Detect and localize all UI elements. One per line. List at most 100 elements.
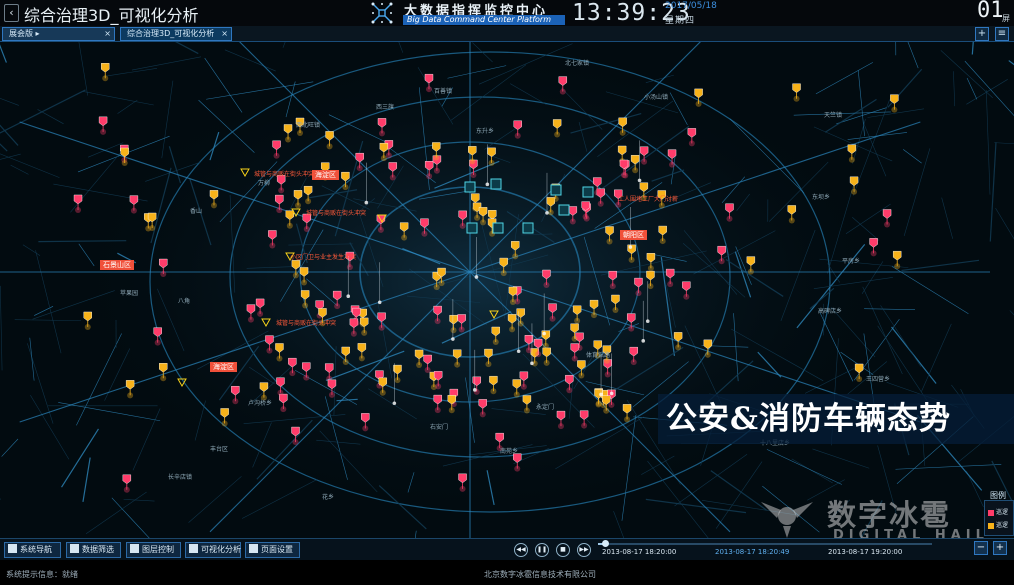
road [61, 428, 99, 488]
camera-marker-icon[interactable] [490, 178, 502, 190]
place-label: 右安门 [430, 424, 449, 431]
bottom-toolbar: 系统导航 数据筛选 图层控制 可视化分析 页面设置 ◀◀ ❚❚ ■ ▶▶ 201… [0, 538, 1014, 560]
place-label: 花乡 [322, 494, 335, 501]
beam-dot [474, 275, 479, 279]
road [645, 498, 747, 514]
camera-marker-icon[interactable] [558, 204, 570, 216]
camera-marker-icon[interactable] [464, 181, 476, 193]
tab-exhibition[interactable]: 展会版 ▸ × [2, 27, 115, 41]
pause-icon[interactable]: ❚❚ [535, 543, 549, 557]
time-current: 2013-08-17 18:20:49 [715, 548, 790, 556]
timeline-slider[interactable] [598, 540, 932, 547]
road [0, 285, 3, 371]
layer-control-button[interactable]: 图层控制 [126, 542, 181, 558]
close-icon[interactable]: × [221, 28, 228, 40]
road [30, 394, 70, 460]
tab-label: 综合治理3D_可视化分析 [127, 29, 215, 38]
visual-analysis-button[interactable]: 可视化分析 [185, 542, 241, 558]
forward-icon[interactable]: ▶▶ [577, 543, 591, 557]
beam-dot [377, 300, 382, 305]
road [971, 42, 974, 55]
map-canvas[interactable] [0, 42, 1014, 538]
watermark-subtext: DIGITAL HAIL [833, 528, 989, 538]
timeline-handle[interactable] [601, 540, 609, 547]
road [82, 91, 154, 106]
beam-dot [545, 211, 549, 215]
system-nav-button[interactable]: 系统导航 [4, 542, 61, 558]
road [1008, 60, 1014, 66]
brand-subtitle: Big Data Command Center Platform [403, 15, 565, 25]
data-filter-button[interactable]: 数据筛选 [66, 542, 121, 558]
place-label: 高碑店乡 [818, 308, 843, 315]
alert-label[interactable]: 小区门卫与业主发生冲突 [290, 252, 356, 261]
road [29, 337, 35, 381]
add-tab-button[interactable]: + [975, 27, 989, 41]
district-label: 海淀区 [210, 362, 237, 372]
zoom-out-button[interactable]: − [974, 541, 988, 555]
screen-unit: 屏 [1002, 14, 1010, 23]
road [766, 449, 842, 485]
place-label: 天竺镇 [824, 112, 843, 119]
district-label: 石景山区 [100, 260, 134, 270]
camera-marker-icon[interactable] [492, 222, 504, 234]
district-label: 朝阳区 [620, 230, 647, 240]
road [111, 497, 150, 538]
road [966, 77, 978, 100]
beam-dot [516, 349, 521, 354]
alert-label[interactable]: 城管与商贩在街头冲突 [306, 208, 366, 217]
camera-marker-icon[interactable] [466, 222, 478, 234]
vehicle-marker-icon[interactable] [73, 194, 83, 213]
road [0, 124, 19, 146]
place-label: 平房乡 [842, 258, 861, 265]
rewind-icon[interactable]: ◀◀ [514, 543, 528, 557]
district-label: 海淀区 [312, 170, 339, 180]
zoom-in-button[interactable]: + [993, 541, 1007, 555]
place-label: 南苑乡 [500, 448, 519, 455]
stop-icon[interactable]: ■ [556, 543, 570, 557]
place-label: 万柳 [258, 180, 271, 187]
beam-dot [599, 392, 603, 397]
road [123, 499, 155, 502]
close-icon[interactable]: × [104, 28, 111, 40]
chart-icon [189, 544, 198, 553]
road [995, 208, 1014, 240]
road [0, 44, 7, 63]
status-message: 系统提示信息：就绪 [6, 570, 78, 579]
beam-dot [472, 388, 477, 392]
alert-label[interactable]: 城管与商贩在街头冲突 [276, 318, 336, 327]
vehicle-marker-icon[interactable] [792, 83, 801, 102]
beam-dot [530, 361, 534, 366]
place-label: 北七家镇 [565, 60, 590, 67]
beam-dot [641, 339, 646, 343]
road [994, 142, 1014, 145]
road [35, 250, 62, 354]
beam-dot [346, 294, 351, 299]
vehicle-marker-icon[interactable] [98, 116, 108, 135]
alert-label[interactable]: 工人围堵工厂大门讨薪 [618, 194, 678, 203]
beam-dot [364, 200, 369, 205]
beam-dot [485, 182, 490, 187]
vehicle-marker-icon[interactable] [847, 144, 857, 163]
beam-dot [637, 178, 642, 183]
vehicle-marker-icon[interactable] [101, 63, 110, 82]
menu-icon[interactable]: ≡ [995, 27, 1009, 41]
beam-dot [628, 245, 633, 249]
road [895, 464, 1002, 470]
alert-label[interactable]: 城管与商贩在街头冲突 [254, 169, 314, 178]
page-settings-button[interactable]: 页面设置 [245, 542, 300, 558]
brand-logo-icon [371, 2, 393, 24]
camera-marker-icon[interactable] [522, 222, 534, 234]
road [985, 90, 991, 195]
road [34, 306, 54, 316]
map-view[interactable]: 海淀区 石景山区 海淀区 朝阳区 北七家镇 百善镇 西北旺镇 东升乡 万柳 西三… [0, 42, 1014, 538]
road [812, 448, 870, 469]
back-button[interactable]: ‹ [4, 4, 19, 22]
road [989, 142, 997, 242]
camera-marker-icon[interactable] [582, 186, 594, 198]
place-label: 东升乡 [476, 128, 495, 135]
road [964, 60, 1014, 117]
tab-analysis[interactable]: 综合治理3D_可视化分析 × [120, 27, 232, 41]
vehicle-marker-icon[interactable] [122, 474, 132, 493]
camera-marker-icon[interactable] [550, 184, 562, 196]
road [1, 438, 19, 457]
